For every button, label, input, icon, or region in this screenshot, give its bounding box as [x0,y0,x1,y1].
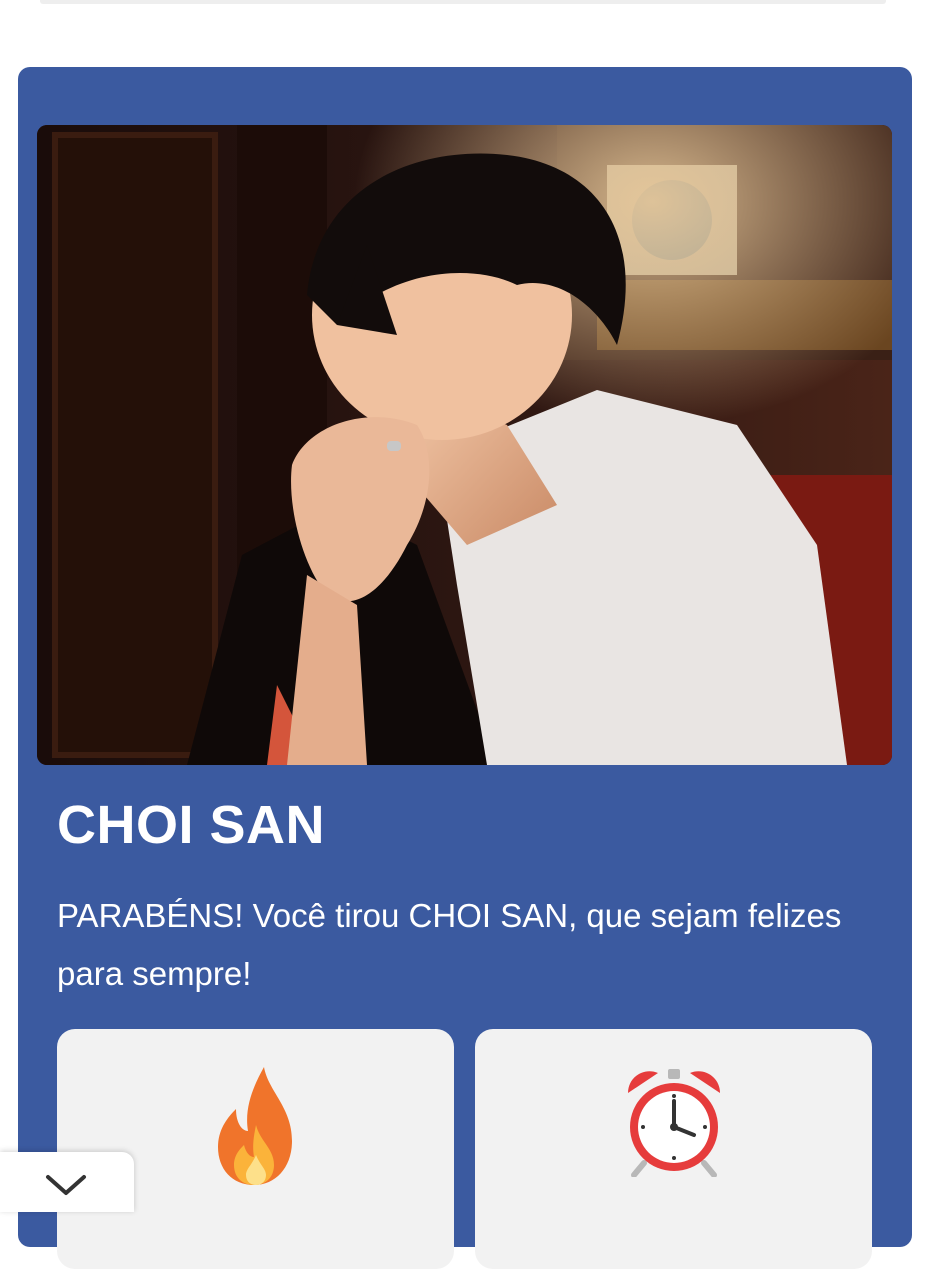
result-message: PARABÉNS! Você tirou CHOI SAN, que sejam… [57,897,842,992]
stat-card-fire [57,1029,454,1269]
result-title: CHOI SAN [57,795,326,855]
result-photo [37,125,892,765]
chevron-down-icon [46,1175,86,1195]
stat-card-alarm [475,1029,872,1269]
quiz-result-card: CHOI SAN PARABÉNS! Você tirou CHOI SAN, … [18,67,912,1269]
collapse-toggle-button[interactable] [0,1152,134,1212]
alarm-clock-icon [622,1067,726,1182]
fire-icon [216,1067,296,1192]
previous-section-edge [40,0,886,4]
